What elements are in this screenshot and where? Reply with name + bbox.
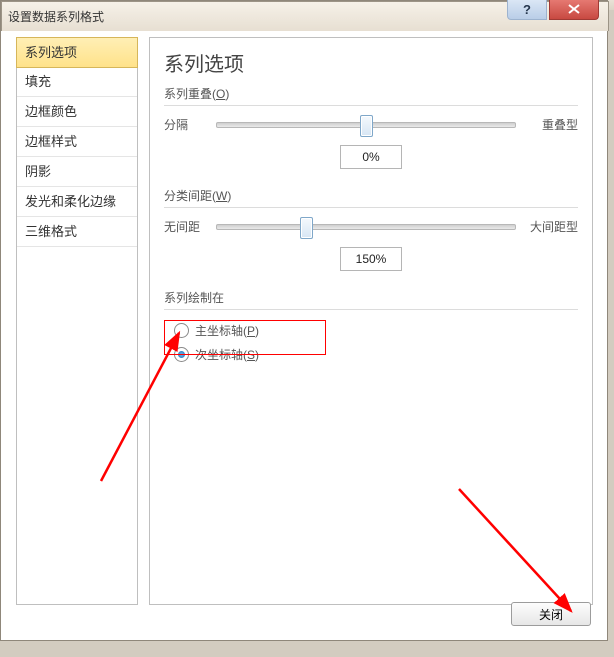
overlap-right-label: 重叠型 [522, 116, 578, 133]
sidebar-item-label: 三维格式 [25, 224, 77, 239]
sidebar-item-3d-format[interactable]: 三维格式 [17, 217, 137, 247]
overlap-value[interactable]: 0% [340, 145, 402, 169]
divider [164, 309, 578, 310]
sidebar-item-label: 发光和柔化边缘 [25, 194, 116, 209]
window-buttons: ? [507, 0, 599, 20]
sidebar-item-glow[interactable]: 发光和柔化边缘 [17, 187, 137, 217]
gap-group-title: 分类间距(W) [164, 187, 578, 204]
radio-secondary-axis[interactable]: 次坐标轴(S) [174, 344, 578, 364]
overlap-left-label: 分隔 [164, 116, 210, 133]
panel-heading: 系列选项 [164, 48, 578, 77]
sidebar-item-label: 边框颜色 [25, 104, 77, 119]
help-button[interactable]: ? [507, 0, 547, 20]
overlap-slider-thumb[interactable] [360, 115, 373, 137]
radio-label: 主坐标轴(P) [195, 322, 259, 339]
gap-slider[interactable] [216, 224, 516, 230]
close-button[interactable]: 关闭 [511, 602, 591, 626]
ploton-group-title: 系列绘制在 [164, 289, 578, 306]
radio-label: 次坐标轴(S) [195, 346, 259, 363]
dialog-window: 设置数据系列格式 ? 系列选项 填充 边框颜色 边框样式 阴影 发光和柔化边缘 [0, 0, 608, 641]
sidebar-item-series-options[interactable]: 系列选项 [16, 37, 138, 68]
sidebar-item-label: 系列选项 [25, 45, 77, 60]
close-icon [568, 2, 580, 17]
help-icon: ? [523, 2, 531, 17]
sidebar: 系列选项 填充 边框颜色 边框样式 阴影 发光和柔化边缘 三维格式 [16, 37, 138, 605]
sidebar-item-shadow[interactable]: 阴影 [17, 157, 137, 187]
gap-value[interactable]: 150% [340, 247, 402, 271]
radio-icon [174, 347, 189, 362]
gap-slider-thumb[interactable] [300, 217, 313, 239]
radio-icon [174, 323, 189, 338]
sidebar-item-border-color[interactable]: 边框颜色 [17, 97, 137, 127]
gap-left-label: 无间距 [164, 218, 210, 235]
divider [164, 105, 578, 106]
window-close-button[interactable] [549, 0, 599, 20]
divider [164, 207, 578, 208]
sidebar-item-label: 边框样式 [25, 134, 77, 149]
sidebar-item-border-style[interactable]: 边框样式 [17, 127, 137, 157]
gap-slider-row: 无间距 大间距型 [164, 218, 578, 235]
overlap-group-title: 系列重叠(O) [164, 85, 578, 102]
dialog-footer: 关闭 [511, 602, 591, 626]
gap-right-label: 大间距型 [522, 218, 578, 235]
sidebar-item-fill[interactable]: 填充 [17, 67, 137, 97]
overlap-slider-row: 分隔 重叠型 [164, 116, 578, 133]
sidebar-item-label: 阴影 [25, 164, 51, 179]
overlap-slider[interactable] [216, 122, 516, 128]
radio-primary-axis[interactable]: 主坐标轴(P) [174, 320, 578, 340]
content-panel: 系列选项 系列重叠(O) 分隔 重叠型 0% 分类间距(W) 无间距 大间距型 [149, 37, 593, 605]
sidebar-item-label: 填充 [25, 74, 51, 89]
